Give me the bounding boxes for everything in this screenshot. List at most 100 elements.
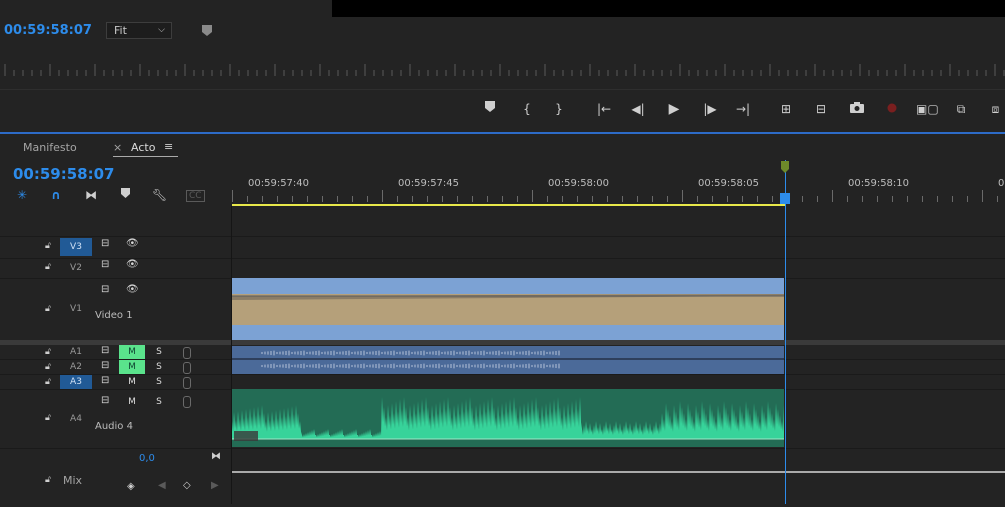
solo-button[interactable]: S xyxy=(151,375,167,389)
zoom-select-value: Fit xyxy=(114,24,127,37)
linked-selection-icon[interactable]: ∩ xyxy=(51,188,61,202)
sync-lock-icon[interactable]: ⊟ xyxy=(101,395,109,406)
divider xyxy=(0,236,1005,237)
microphone-icon[interactable] xyxy=(183,347,191,359)
sync-lock-icon[interactable]: ⊟ xyxy=(101,360,109,371)
tab-close-icon[interactable]: × xyxy=(113,141,122,154)
ruler-label: 00:59:57:45 xyxy=(398,178,460,189)
zoom-select[interactable]: Fit ⌵ xyxy=(106,22,172,39)
keyframe-icon[interactable]: ◇ xyxy=(183,480,191,491)
go-to-out-icon[interactable]: →| xyxy=(734,100,752,118)
monitor-time-ruler[interactable] xyxy=(0,62,1005,76)
mute-button[interactable]: M xyxy=(119,395,145,409)
previous-keyframe-icon[interactable]: ◀ xyxy=(158,480,166,491)
track-target-v2[interactable]: V2 xyxy=(60,260,92,276)
divider xyxy=(0,258,1005,259)
ruler-label: 00:59:58:00 xyxy=(548,178,610,189)
solo-button[interactable]: S xyxy=(151,360,167,374)
audio-clip-a1-a2[interactable] xyxy=(232,346,784,374)
track-target-v3[interactable]: V3 xyxy=(60,238,92,256)
monitor-timecode[interactable]: 00:59:58:07 xyxy=(4,23,92,38)
microphone-icon[interactable] xyxy=(183,396,191,408)
sync-lock-icon[interactable]: ⊟ xyxy=(101,345,109,356)
sync-lock-icon[interactable]: ⊟ xyxy=(101,284,109,295)
track-name-v1[interactable]: Video 1 xyxy=(95,310,133,321)
ruler-label: 0 xyxy=(998,178,1005,189)
marker-icon[interactable] xyxy=(780,161,790,175)
next-keyframe-icon[interactable]: ▶ xyxy=(211,480,219,491)
microphone-icon[interactable] xyxy=(183,362,191,374)
overwrite-icon[interactable]: ⧈ xyxy=(986,100,1005,118)
lock-icon[interactable]: 🔓︎ xyxy=(45,347,51,357)
program-monitor-view xyxy=(332,0,1005,17)
timeline-timecode[interactable]: 00:59:58:07 xyxy=(13,165,115,183)
sync-lock-icon[interactable]: ⊟ xyxy=(101,375,109,386)
track-name-a4[interactable]: Audio 4 xyxy=(95,421,133,432)
mix-volume-line[interactable] xyxy=(232,471,1005,473)
collapse-icon[interactable]: ⧓ xyxy=(211,451,221,462)
sync-lock-icon[interactable]: ⊟ xyxy=(101,259,109,270)
record-icon[interactable] xyxy=(884,100,900,118)
step-back-icon[interactable]: ◀| xyxy=(630,100,646,118)
add-marker-icon[interactable] xyxy=(484,100,496,118)
mark-in-icon[interactable]: { xyxy=(520,100,534,118)
mute-button[interactable]: M xyxy=(119,375,145,389)
track-target-a3[interactable]: A3 xyxy=(60,375,92,389)
snap-icon[interactable]: ✳ xyxy=(17,188,27,202)
sync-lock-icon[interactable]: ⊟ xyxy=(101,238,109,249)
add-marker-icon[interactable] xyxy=(121,188,130,202)
lock-icon[interactable]: 🔓︎ xyxy=(45,304,51,314)
lock-icon[interactable]: 🔓︎ xyxy=(45,262,51,272)
solo-button[interactable]: S xyxy=(151,395,167,409)
lift-icon[interactable]: ⊞ xyxy=(776,100,796,118)
lock-icon[interactable]: 🔓︎ xyxy=(45,377,51,387)
work-area-bar[interactable] xyxy=(232,204,786,206)
lock-icon[interactable]: 🔓︎ xyxy=(45,413,51,423)
mark-out-icon[interactable]: } xyxy=(552,100,566,118)
panel-menu-icon[interactable]: ≡ xyxy=(164,140,173,153)
audio-clip-a4[interactable] xyxy=(232,389,784,447)
ruler-label: 00:59:57:40 xyxy=(248,178,310,189)
track-target-a4[interactable]: A4 xyxy=(60,411,92,427)
settings-wrench-icon[interactable]: 🔧︎ xyxy=(152,188,167,202)
divider xyxy=(0,89,1005,90)
lock-icon[interactable]: 🔓︎ xyxy=(45,241,51,251)
active-tab-underline xyxy=(113,156,178,157)
track-target-a1[interactable]: A1 xyxy=(60,345,92,359)
eye-icon[interactable]: 👁︎ xyxy=(126,238,139,249)
eye-icon[interactable]: 👁︎ xyxy=(126,284,139,295)
play-icon[interactable]: ▶ xyxy=(666,100,682,118)
video-clip-thumbnail[interactable] xyxy=(232,294,784,325)
mute-button[interactable]: M xyxy=(119,345,145,359)
tab-manifesto[interactable]: Manifesto xyxy=(23,141,77,154)
ruler-label: 00:59:58:10 xyxy=(848,178,910,189)
lock-icon[interactable]: 🔓︎ xyxy=(45,362,51,372)
captions-icon[interactable]: CC xyxy=(186,190,205,202)
tab-acto[interactable]: Acto xyxy=(131,141,155,154)
track-target-v1[interactable]: V1 xyxy=(60,301,92,317)
comparison-view-icon[interactable]: ▣▢ xyxy=(916,100,939,118)
playhead-line[interactable] xyxy=(785,160,786,504)
chevron-down-icon: ⌵ xyxy=(158,25,165,35)
insert-overwrite-icon[interactable]: ⧓ xyxy=(85,188,97,202)
go-to-in-icon[interactable]: |← xyxy=(596,100,612,118)
track-target-a2[interactable]: A2 xyxy=(60,360,92,374)
ruler-label: 00:59:58:05 xyxy=(698,178,760,189)
microphone-icon[interactable] xyxy=(183,377,191,389)
settings-tag-icon[interactable] xyxy=(201,24,213,37)
step-forward-icon[interactable]: |▶ xyxy=(702,100,718,118)
solo-button[interactable]: S xyxy=(151,345,167,359)
eye-icon[interactable]: 👁︎ xyxy=(126,259,139,270)
playhead-handle[interactable] xyxy=(780,193,790,204)
lock-icon[interactable]: 🔓︎ xyxy=(45,475,51,485)
program-monitor: 00:59:58:07 Fit ⌵ { } |← ◀| ▶ |▶ →| ⊞ ⊟ ▣… xyxy=(0,0,1005,132)
extract-icon[interactable]: ⊟ xyxy=(811,100,831,118)
divider xyxy=(0,448,1005,449)
mix-volume-value[interactable]: 0,0 xyxy=(139,453,155,464)
add-keyframe-icon[interactable]: ◈ xyxy=(127,481,135,492)
panel-focus-border xyxy=(0,132,1005,134)
mix-track-label: Mix xyxy=(63,474,83,487)
camera-icon[interactable] xyxy=(848,100,866,118)
mute-button[interactable]: M xyxy=(119,360,145,374)
insert-icon[interactable]: ⧉ xyxy=(950,100,972,118)
